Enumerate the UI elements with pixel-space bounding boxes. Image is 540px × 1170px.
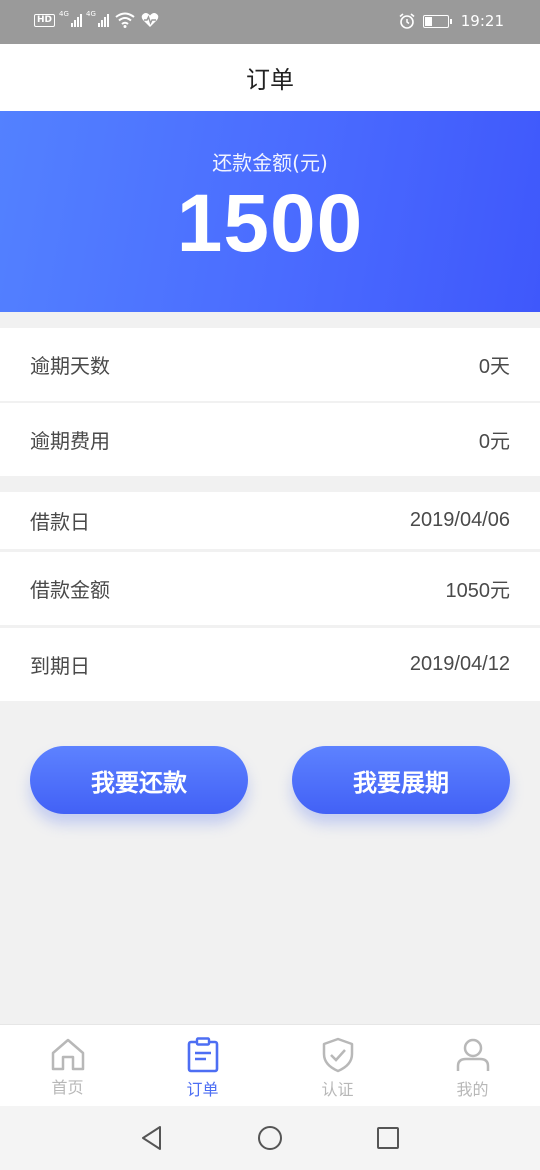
- recents-square-icon: [377, 1127, 399, 1149]
- home-circle-icon: [258, 1126, 282, 1150]
- row-label: 借款日: [30, 510, 90, 534]
- page-title: 订单: [246, 66, 294, 94]
- hd-icon: HD: [34, 13, 56, 27]
- due-date-row: 到期日 2019/04/12: [0, 628, 540, 701]
- overdue-days-row: 逾期天数 0天: [0, 328, 540, 401]
- home-nav-button[interactable]: [250, 1118, 290, 1158]
- tab-mine[interactable]: 我的: [405, 1025, 540, 1107]
- bottom-tab-bar: 首页 订单 认证 我的: [0, 1024, 540, 1107]
- loan-date-row: 借款日 2019/04/06: [0, 492, 540, 549]
- alarm-icon: [399, 13, 415, 29]
- tab-label: 认证: [321, 1080, 354, 1099]
- home-icon: [51, 1038, 84, 1071]
- loan-amount-row: 借款金额 1050元: [0, 552, 540, 625]
- row-value: 2019/04/06: [409, 509, 510, 531]
- row-label: 逾期费用: [30, 429, 110, 453]
- shield-check-icon: [322, 1037, 353, 1073]
- signal-icon: 4G: [59, 10, 83, 27]
- repay-button[interactable]: 我要还款: [30, 746, 248, 814]
- row-value: 2019/04/12: [409, 653, 510, 675]
- heart-rate-icon: [141, 13, 159, 27]
- recents-button[interactable]: [368, 1118, 408, 1158]
- wifi-icon: [115, 12, 135, 28]
- row-label: 到期日: [30, 654, 90, 678]
- row-value: 0天: [478, 356, 510, 378]
- row-label: 借款金额: [30, 578, 110, 602]
- status-right: 19:21: [399, 12, 504, 30]
- battery-icon: [422, 14, 452, 28]
- signal-icon: 4G: [86, 10, 110, 27]
- back-button[interactable]: [132, 1118, 172, 1158]
- status-left: HD 4G 4G: [34, 10, 159, 28]
- user-icon: [456, 1038, 489, 1071]
- row-value: 0元: [478, 431, 510, 453]
- extend-button[interactable]: 我要展期: [292, 746, 510, 814]
- repayment-summary-card: 还款金额(元) 1500: [0, 111, 540, 312]
- tab-order[interactable]: 订单: [135, 1025, 270, 1107]
- tab-label: 订单: [186, 1080, 219, 1099]
- tab-home[interactable]: 首页: [0, 1025, 135, 1107]
- back-triangle-icon: [142, 1126, 161, 1150]
- network-type-label: 4G: [59, 10, 69, 18]
- repayment-amount-value: 1500: [176, 178, 364, 269]
- tab-verify[interactable]: 认证: [270, 1025, 405, 1107]
- tab-label: 首页: [51, 1078, 84, 1097]
- screen: HD 4G 4G 19:21 订单 还款金额(元) 1500 逾期天数 0天 逾…: [0, 0, 540, 1170]
- network-type-label: 4G: [86, 10, 96, 18]
- repayment-amount-label: 还款金额(元): [212, 151, 328, 175]
- status-time: 19:21: [460, 12, 504, 30]
- row-value: 1050元: [445, 580, 511, 602]
- page-header: 订单: [0, 44, 540, 111]
- order-icon: [187, 1037, 218, 1073]
- overdue-fee-row: 逾期费用 0元: [0, 403, 540, 476]
- tab-label: 我的: [456, 1080, 489, 1099]
- row-label: 逾期天数: [30, 354, 110, 378]
- status-bar: HD 4G 4G 19:21: [0, 0, 540, 44]
- system-nav-bar: [0, 1106, 540, 1170]
